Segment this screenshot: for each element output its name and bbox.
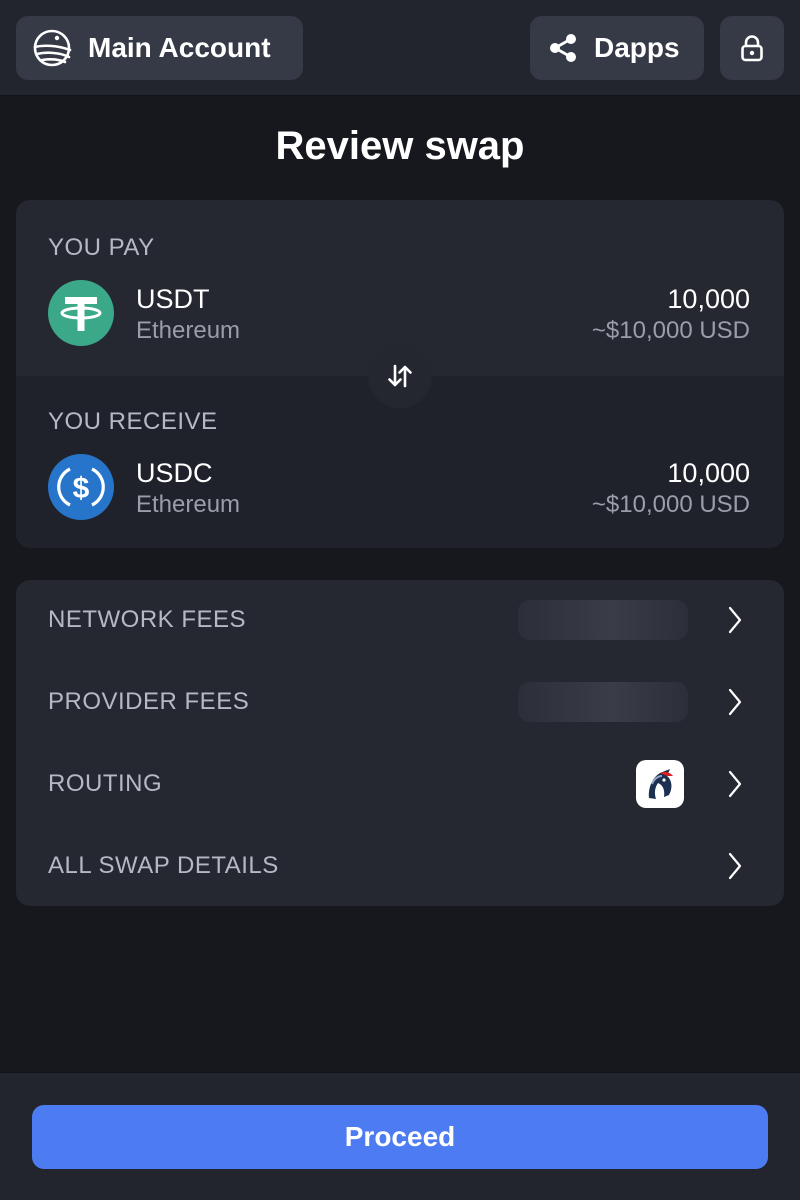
provider-fees-label: PROVIDER FEES xyxy=(48,688,250,715)
account-name: Main Account xyxy=(88,32,271,63)
chevron-right-icon xyxy=(728,770,742,798)
routing-row[interactable]: ROUTING xyxy=(16,744,784,826)
pay-token-network: Ethereum xyxy=(136,317,241,344)
provider-fees-row[interactable]: PROVIDER FEES xyxy=(16,662,784,744)
page-title: Review swap xyxy=(275,124,525,168)
swap-vertical-arrows-icon xyxy=(388,364,412,388)
bottom-action-bar: Proceed xyxy=(0,1072,800,1200)
pay-token-row: USDT Ethereum 10,000 ~$10,000 USD xyxy=(48,280,752,346)
1inch-unicorn-icon xyxy=(636,760,684,808)
receive-amount: 10,000 xyxy=(667,458,750,488)
swap-direction-indicator xyxy=(368,344,432,408)
network-fees-loading-placeholder xyxy=(518,600,688,640)
account-selector-button[interactable]: Main Account xyxy=(16,16,303,80)
you-receive-label: YOU RECEIVE xyxy=(48,408,218,435)
receive-token-row: $ USDC Ethereum 10,000 ~$10,000 USD xyxy=(48,454,752,520)
lock-icon xyxy=(741,35,763,62)
usdc-icon: $ xyxy=(48,454,114,520)
dapps-label: Dapps xyxy=(594,32,680,63)
receive-token-symbol: USDC xyxy=(136,458,213,488)
svg-text:$: $ xyxy=(73,472,90,505)
receive-usd-value: ~$10,000 USD xyxy=(591,491,750,518)
pay-amount: 10,000 xyxy=(667,284,750,314)
provider-fees-loading-placeholder xyxy=(518,682,688,722)
network-fees-label: NETWORK FEES xyxy=(48,606,247,633)
share-icon xyxy=(550,34,576,62)
network-fees-row[interactable]: NETWORK FEES xyxy=(16,580,784,662)
swap-summary-card: YOU PAY USDT Ethereum 10,000 ~$10,000 US… xyxy=(16,200,784,548)
pay-usd-value: ~$10,000 USD xyxy=(591,317,750,344)
all-swap-details-label: ALL SWAP DETAILS xyxy=(48,852,279,879)
all-swap-details-row[interactable]: ALL SWAP DETAILS xyxy=(16,826,784,908)
dapps-button[interactable]: Dapps xyxy=(530,16,704,80)
lock-button[interactable] xyxy=(720,16,784,80)
logo-icon xyxy=(33,29,72,67)
usdt-icon xyxy=(48,280,114,346)
you-pay-label: YOU PAY xyxy=(48,234,155,261)
swap-details-card: NETWORK FEES PROVIDER FEES ROUTING ALL S… xyxy=(16,580,784,906)
chevron-right-icon xyxy=(728,606,742,634)
chevron-right-icon xyxy=(728,688,742,716)
pay-token-symbol: USDT xyxy=(136,284,210,314)
top-bar: Main Account Dapps xyxy=(0,0,800,96)
proceed-button[interactable]: Proceed xyxy=(32,1105,768,1169)
routing-label: ROUTING xyxy=(48,770,163,797)
receive-token-network: Ethereum xyxy=(136,491,241,518)
chevron-right-icon xyxy=(728,852,742,880)
